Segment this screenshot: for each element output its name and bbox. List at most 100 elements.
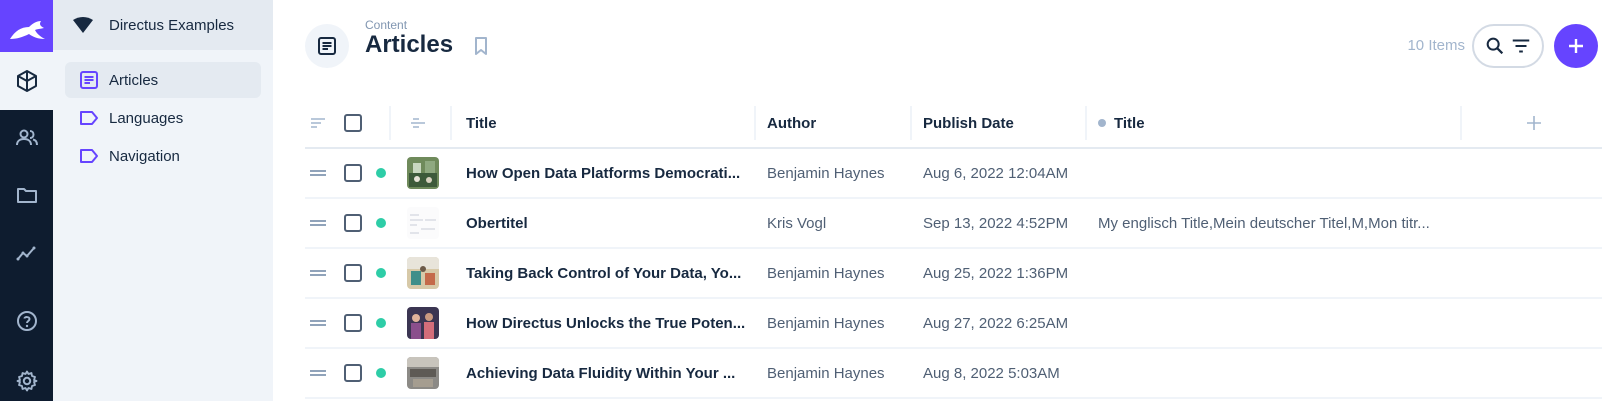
drag-handle[interactable] [309, 299, 327, 347]
column-options-button[interactable] [409, 99, 427, 147]
settings-module-button[interactable] [0, 352, 53, 401]
status-dot [376, 299, 386, 347]
select-all-checkbox[interactable] [344, 99, 362, 147]
label-icon [80, 149, 98, 163]
project-info[interactable]: Directus Examples [53, 0, 273, 50]
search-icon[interactable] [1484, 35, 1506, 57]
breadcrumb[interactable]: Content [365, 18, 407, 32]
column-header-translations-title[interactable]: Title [1098, 99, 1145, 147]
project-name: Directus Examples [109, 16, 235, 34]
row-checkbox[interactable] [344, 349, 362, 397]
cell-title: How Directus Unlocks the True Poten... [466, 314, 746, 332]
drag-handle[interactable] [309, 349, 327, 397]
cell-title: How Open Data Platforms Democrati... [466, 164, 741, 182]
insights-module-button[interactable] [0, 224, 53, 282]
table-row[interactable]: Taking Back Control of Your Data, Yo... … [305, 249, 1602, 299]
wifi-icon [73, 17, 93, 33]
help-icon [16, 311, 37, 331]
article-thumbnail [407, 249, 439, 297]
cell-title: Achieving Data Fluidity Within Your ... [466, 364, 736, 382]
cell-publish-date: Aug 6, 2022 12:04AM [923, 164, 1069, 182]
cell-author: Benjamin Haynes [767, 364, 885, 382]
search-filter-pill[interactable] [1472, 24, 1544, 68]
nav-item-label: Languages [109, 109, 184, 127]
row-checkbox[interactable] [344, 149, 362, 197]
status-dot [376, 199, 386, 247]
insights-icon [16, 246, 35, 261]
drag-handle[interactable] [309, 149, 327, 197]
page-header: Content Articles 10 Items [273, 0, 1620, 92]
drag-handle[interactable] [309, 199, 327, 247]
column-header-author[interactable]: Author [767, 99, 816, 147]
create-item-button[interactable] [1554, 24, 1598, 68]
drag-handle-icon [310, 320, 326, 326]
cell-author: Kris Vogl [767, 214, 827, 232]
gear-icon [16, 370, 37, 392]
nav-item-articles[interactable]: Articles [65, 62, 261, 98]
cell-publish-date: Aug 27, 2022 6:25AM [923, 314, 1069, 332]
users-icon [15, 129, 38, 146]
sort-manual-button[interactable] [309, 99, 327, 147]
items-table: Title Author Publish Date Title How Open… [305, 99, 1602, 399]
row-checkbox[interactable] [344, 249, 362, 297]
items-count: 10 Items [1407, 37, 1465, 54]
cell-translations: My englisch Title,Mein deutscher Titel,M… [1098, 214, 1430, 232]
row-checkbox[interactable] [344, 199, 362, 247]
photo-green-thumbnail [407, 157, 439, 189]
cell-author: Benjamin Haynes [767, 314, 885, 332]
photo-people-thumbnail [407, 307, 439, 339]
nav-item-languages[interactable]: Languages [65, 100, 261, 136]
list-icon [318, 37, 336, 55]
list-icon [80, 71, 98, 89]
files-module-button[interactable] [0, 166, 53, 224]
drag-handle-icon [310, 270, 326, 276]
folder-icon [16, 188, 37, 203]
column-header-title[interactable]: Title [466, 99, 497, 147]
filter-icon[interactable] [1510, 35, 1532, 57]
page-title: Articles [365, 31, 454, 58]
cube-icon [16, 70, 37, 92]
bookmark-icon[interactable] [471, 36, 491, 56]
rabbit-logo-icon [9, 21, 45, 39]
nav-item-label: Navigation [109, 147, 180, 165]
cell-author: Benjamin Haynes [767, 164, 885, 182]
nav-item-label: Articles [109, 71, 159, 89]
translation-dot-icon [1098, 119, 1106, 127]
column-header-publish-date[interactable]: Publish Date [923, 99, 1014, 147]
table-row[interactable]: Achieving Data Fluidity Within Your ... … [305, 349, 1602, 399]
nav-item-navigation[interactable]: Navigation [65, 138, 261, 174]
add-field-button[interactable] [1526, 99, 1542, 147]
sort-icon [311, 118, 325, 128]
plus-icon [1569, 39, 1583, 53]
module-bar [0, 0, 53, 401]
table-header: Title Author Publish Date Title [305, 99, 1602, 149]
drag-handle-icon [310, 220, 326, 226]
drag-handle[interactable] [309, 249, 327, 297]
cell-title: Obertitel [466, 214, 528, 232]
table-row[interactable]: How Open Data Platforms Democrati... Ben… [305, 149, 1602, 199]
content-module-button[interactable] [0, 52, 53, 110]
drag-handle-icon [310, 170, 326, 176]
status-dot [376, 149, 386, 197]
article-thumbnail [407, 349, 439, 397]
photo-room-thumbnail [407, 357, 439, 389]
plus-icon [1527, 116, 1541, 130]
photo-office-thumbnail [407, 257, 439, 289]
cell-author: Benjamin Haynes [767, 264, 885, 282]
collection-list: Articles Languages Navigation [53, 50, 273, 188]
article-thumbnail [407, 199, 439, 247]
align-left-icon [411, 118, 425, 128]
navigation-pane: Directus Examples Articles Languages Nav… [53, 0, 273, 401]
row-checkbox[interactable] [344, 299, 362, 347]
label-icon [80, 111, 98, 125]
users-module-button[interactable] [0, 109, 53, 167]
drag-handle-icon [310, 370, 326, 376]
cell-publish-date: Aug 25, 2022 1:36PM [923, 264, 1069, 282]
cell-publish-date: Sep 13, 2022 4:52PM [923, 214, 1069, 232]
collection-icon-button[interactable] [305, 24, 349, 68]
table-row[interactable]: Obertitel Kris Vogl Sep 13, 2022 4:52PM … [305, 199, 1602, 249]
article-thumbnail [407, 299, 439, 347]
table-row[interactable]: How Directus Unlocks the True Poten... B… [305, 299, 1602, 349]
cell-publish-date: Aug 8, 2022 5:03AM [923, 364, 1060, 382]
help-module-button[interactable] [0, 292, 53, 350]
